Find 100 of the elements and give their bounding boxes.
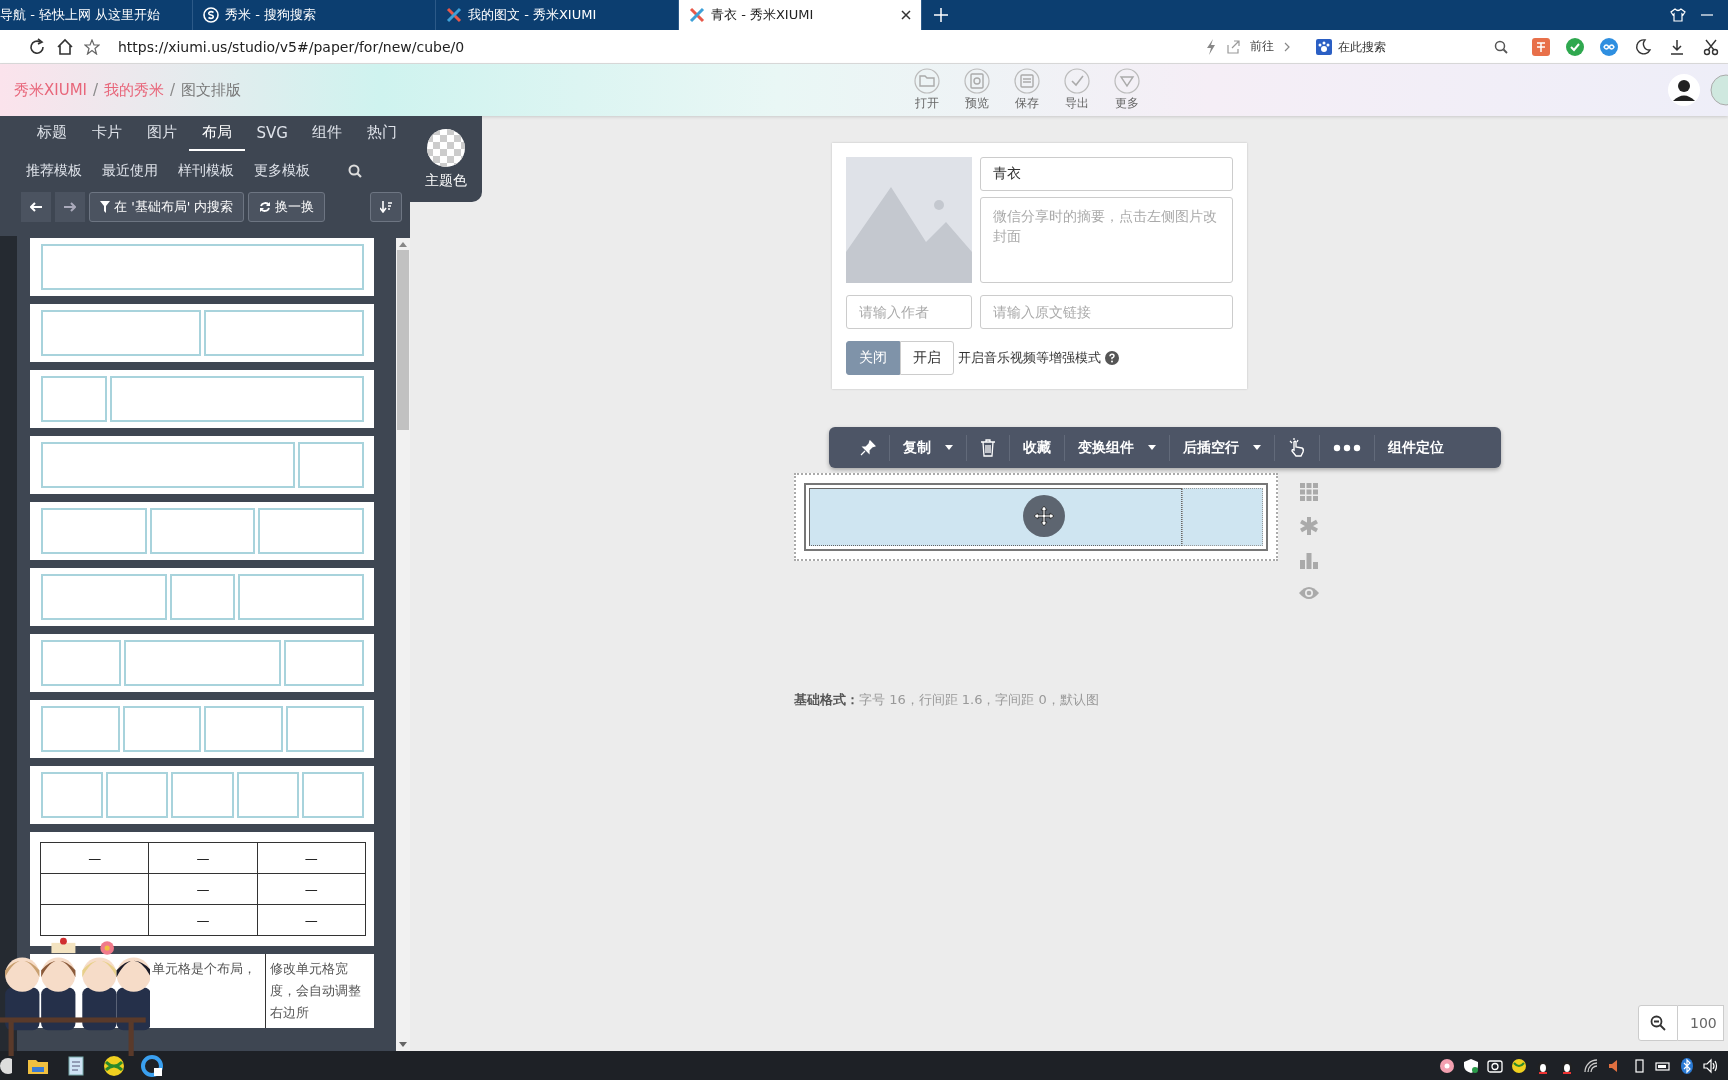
category-tab[interactable]: SVG bbox=[244, 118, 300, 151]
flower-icon[interactable] bbox=[1439, 1058, 1455, 1074]
template-tab[interactable]: 最近使用 bbox=[102, 162, 158, 180]
layout-cell[interactable] bbox=[809, 488, 1183, 546]
theme-color-label: 主题色 bbox=[425, 172, 467, 190]
forward-button[interactable] bbox=[55, 192, 85, 222]
wifi-icon[interactable] bbox=[1583, 1058, 1599, 1074]
link-field[interactable]: 请输入原文链接 bbox=[980, 295, 1233, 329]
ball-icon[interactable] bbox=[102, 1054, 126, 1078]
reload-icon[interactable] bbox=[28, 37, 46, 56]
sort-button[interactable] bbox=[370, 192, 402, 222]
go-link[interactable]: 前往 bbox=[1250, 38, 1274, 55]
format-note: 基础格式：字号 16，行间距 1.6，字间距 0，默认图 bbox=[794, 691, 1100, 709]
arrow-right-icon bbox=[64, 202, 76, 212]
toolbar-button[interactable]: 收藏 bbox=[1010, 427, 1064, 468]
back-button[interactable] bbox=[21, 192, 51, 222]
caret-icon bbox=[945, 445, 953, 450]
shuffle-button[interactable]: 换一换 bbox=[248, 192, 326, 222]
theme-color-swatch[interactable] bbox=[426, 128, 466, 168]
volume-icon[interactable] bbox=[1703, 1058, 1719, 1074]
star-icon[interactable] bbox=[84, 38, 100, 55]
pointer-hand-icon bbox=[1288, 437, 1306, 458]
help-icon[interactable] bbox=[1105, 351, 1119, 365]
translate-icon[interactable] bbox=[1532, 37, 1550, 56]
toolbar-dropdown[interactable]: 后插空行 bbox=[1170, 427, 1274, 468]
lightning-icon[interactable] bbox=[1206, 38, 1216, 55]
home-icon[interactable] bbox=[56, 37, 74, 56]
category-tab[interactable]: 图片 bbox=[134, 117, 190, 151]
breadcrumb-separator: / bbox=[170, 81, 176, 99]
more-icon bbox=[1333, 443, 1361, 452]
ball-icon[interactable] bbox=[1511, 1058, 1527, 1074]
zoom-out-button[interactable] bbox=[1638, 1005, 1678, 1041]
toolbar-dropdown[interactable]: 变换组件 bbox=[1065, 427, 1169, 468]
title-field[interactable]: 青衣 bbox=[980, 157, 1233, 191]
mode-toggle-option[interactable]: 开启 bbox=[900, 341, 954, 375]
search-icon[interactable] bbox=[1494, 39, 1508, 54]
zoom-out-icon bbox=[1650, 1015, 1666, 1031]
template-text: 修改单元格宽度，会自动调整右边所 bbox=[269, 960, 362, 1022]
move-icon bbox=[1033, 505, 1055, 527]
summary-field[interactable]: 微信分享时的摘要，点击左侧图片改封面 bbox=[980, 197, 1233, 283]
share-icon[interactable] bbox=[1226, 39, 1240, 54]
chevron-right-icon bbox=[1284, 41, 1290, 52]
author-field[interactable]: 请输入作者 bbox=[846, 295, 972, 329]
table-cell: — bbox=[148, 842, 258, 874]
sogou-logo-icon bbox=[203, 7, 219, 23]
layout-cell[interactable] bbox=[1182, 488, 1263, 546]
x-logo-icon bbox=[689, 7, 705, 23]
category-tab[interactable]: 热门 bbox=[354, 117, 410, 151]
caret-icon bbox=[1253, 445, 1261, 450]
filter-icon bbox=[100, 201, 110, 213]
table-cell: — bbox=[257, 842, 366, 874]
refresh-icon bbox=[259, 201, 272, 213]
table-cell: — bbox=[148, 904, 258, 936]
toolbar-dropdown[interactable]: 复制 bbox=[890, 427, 966, 468]
moon-icon[interactable] bbox=[1634, 37, 1652, 56]
close-icon[interactable] bbox=[901, 10, 911, 20]
check-badge-icon[interactable] bbox=[1566, 37, 1584, 56]
table-cell: — bbox=[40, 842, 149, 874]
pin-icon bbox=[860, 439, 876, 456]
breadcrumb-item: 图文排版 bbox=[181, 80, 242, 100]
url-text[interactable]: https://xiumi.us/studio/v5#/paper/for/new/cube/0 bbox=[118, 38, 465, 55]
template-tab[interactable]: 更多模板 bbox=[254, 162, 310, 180]
zoom-field[interactable]: 100 bbox=[1678, 1005, 1724, 1041]
table-cell: — bbox=[257, 873, 366, 905]
template-card[interactable]: — — — — — — — bbox=[30, 832, 374, 946]
scissors-icon[interactable] bbox=[1702, 37, 1720, 56]
layout-component[interactable] bbox=[794, 473, 1278, 561]
template-tab[interactable]: 推荐模板 bbox=[26, 162, 82, 180]
bluetooth-icon[interactable] bbox=[1679, 1058, 1695, 1074]
toolbar-button[interactable]: 组件定位 bbox=[1375, 427, 1457, 468]
table-cell: — bbox=[148, 873, 258, 905]
breadcrumb-separator: / bbox=[93, 81, 99, 99]
shirt-icon[interactable] bbox=[1670, 8, 1686, 22]
new-tab-icon[interactable] bbox=[934, 8, 948, 22]
template-tab[interactable]: 样刊模板 bbox=[178, 162, 234, 180]
camera-icon[interactable] bbox=[1487, 1058, 1503, 1074]
caret-icon bbox=[1148, 445, 1156, 450]
x-logo-icon bbox=[446, 7, 462, 23]
desktop-pet-drawing[interactable] bbox=[0, 936, 150, 1056]
category-tab[interactable]: 布局 bbox=[189, 117, 245, 151]
filter-search-button[interactable]: 在 '基础布局' 内搜索 bbox=[89, 192, 245, 222]
scroll-up-icon[interactable] bbox=[399, 241, 407, 247]
download-icon[interactable] bbox=[1668, 37, 1686, 56]
browser-icon[interactable] bbox=[140, 1054, 164, 1078]
browser-tab[interactable]: 青衣 - 秀米XIUMI bbox=[679, 0, 922, 30]
category-tab[interactable]: 标题 bbox=[24, 117, 80, 151]
shield-icon[interactable] bbox=[1463, 1058, 1479, 1074]
scroll-down-icon[interactable] bbox=[399, 1042, 407, 1048]
category-tab[interactable]: 组件 bbox=[299, 117, 355, 151]
search-icon[interactable] bbox=[348, 164, 362, 178]
scrollbar-thumb[interactable] bbox=[397, 250, 409, 430]
sort-icon bbox=[380, 201, 392, 213]
avatar-icon[interactable] bbox=[1668, 74, 1700, 106]
paw-icon bbox=[1316, 38, 1332, 55]
category-tab[interactable]: 卡片 bbox=[79, 117, 135, 151]
table-cell: — bbox=[257, 904, 366, 936]
arrow-left-icon bbox=[30, 202, 42, 212]
infinity-icon[interactable] bbox=[1600, 37, 1618, 56]
trash-icon bbox=[980, 438, 996, 457]
mode-label: 开启音乐视频等增强模式 bbox=[958, 349, 1101, 367]
